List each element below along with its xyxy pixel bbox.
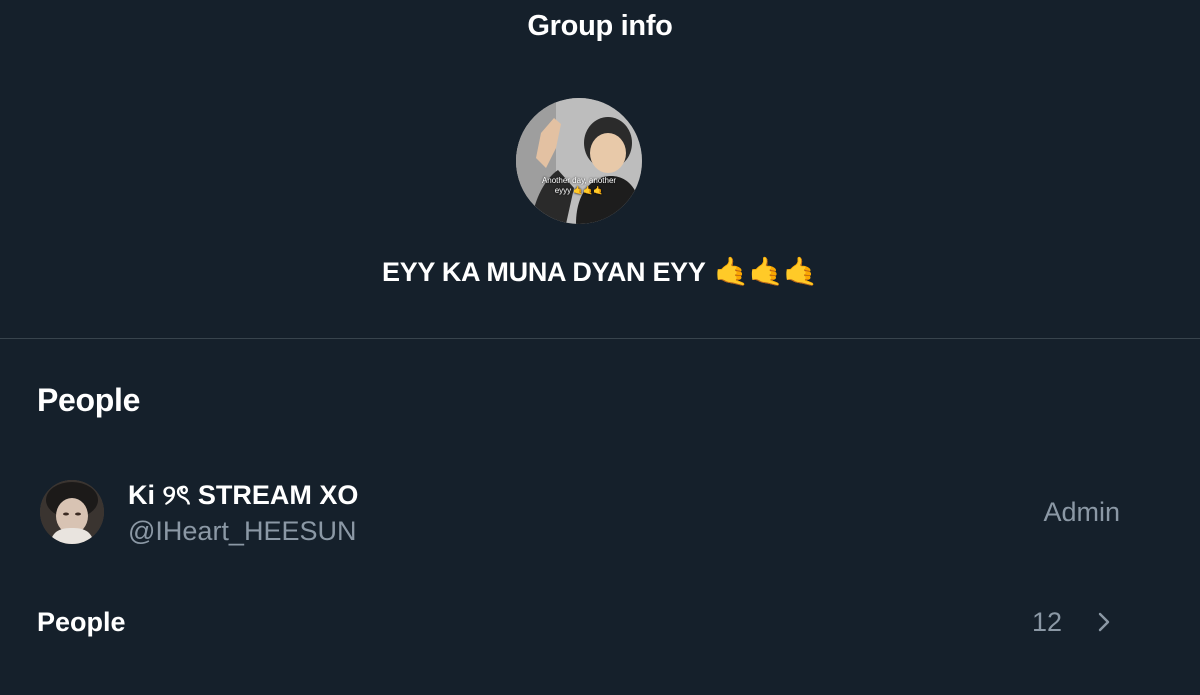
- all-people-row[interactable]: People 12: [0, 596, 1200, 650]
- group-name[interactable]: EYY KA MUNA DYAN EYY 🤙🤙🤙: [0, 252, 1200, 292]
- page-title: Group info: [527, 10, 673, 42]
- people-section-heading: People: [37, 382, 141, 418]
- group-info-screen: Group info Another day, another eyyy 🤙🤙🤙…: [0, 0, 1200, 695]
- group-name-text: EYY KA MUNA DYAN EYY: [382, 257, 706, 287]
- chevron-right-icon: [1098, 612, 1110, 632]
- group-avatar-caption-line1: Another day, another: [541, 176, 617, 185]
- group-avatar-caption: Another day, another eyyy 🤙🤙🤙: [516, 176, 642, 196]
- member-handle: @IHeart_HEESUN: [128, 516, 357, 546]
- member-display-name: Ki ୨ৎ STREAM XO: [128, 480, 359, 510]
- group-avatar-image: [516, 98, 642, 224]
- all-people-label: People: [37, 607, 126, 637]
- avatar[interactable]: [40, 480, 104, 544]
- member-avatar-image: [40, 480, 104, 544]
- people-count: 12: [1031, 607, 1062, 637]
- call-me-hand-emoji: 🤙🤙🤙: [714, 256, 818, 287]
- divider: [0, 338, 1200, 339]
- group-avatar-caption-line2: eyyy 🤙🤙🤙: [554, 186, 604, 195]
- group-avatar[interactable]: Another day, another eyyy 🤙🤙🤙: [516, 98, 642, 224]
- member-row[interactable]: Ki ୨ৎ STREAM XO @IHeart_HEESUN Admin: [0, 472, 1200, 556]
- member-role-badge: Admin: [1043, 497, 1120, 527]
